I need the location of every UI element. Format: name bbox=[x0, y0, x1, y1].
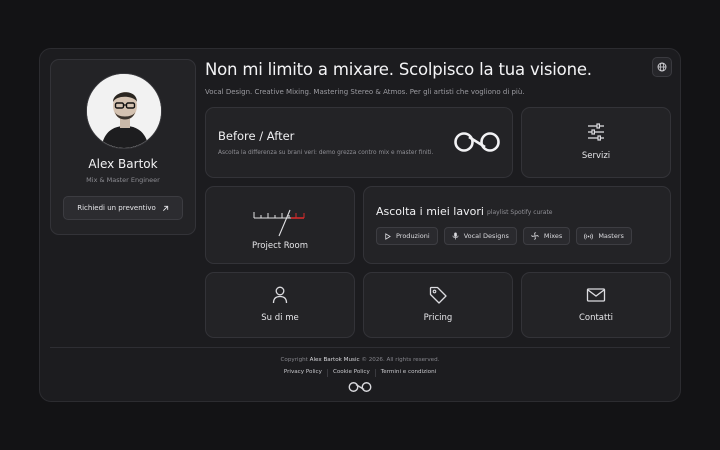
chip-masters[interactable]: Masters bbox=[576, 227, 632, 245]
request-quote-button[interactable]: Richiedi un preventivo bbox=[63, 196, 183, 220]
listen-card: Ascolta i miei lavori playlist Spotify c… bbox=[363, 186, 671, 264]
project-room-label: Project Room bbox=[252, 241, 308, 251]
listen-title: Ascolta i miei lavori bbox=[376, 205, 484, 218]
about-label: Su di me bbox=[261, 313, 299, 323]
about-tile[interactable]: Su di me bbox=[205, 272, 355, 338]
vu-meter-icon bbox=[253, 209, 305, 237]
mail-icon bbox=[586, 288, 606, 302]
sliders-icon bbox=[588, 123, 604, 141]
pricing-label: Pricing bbox=[423, 313, 453, 323]
copyright-prefix: Copyright bbox=[280, 357, 308, 363]
footer-divider bbox=[50, 347, 670, 348]
copyright-text: Copyright Alex Bartok Music © 2026. All … bbox=[40, 357, 680, 363]
contact-label: Contatti bbox=[578, 313, 614, 323]
request-quote-label: Richiedi un preventivo bbox=[77, 204, 156, 212]
project-room-tile[interactable]: Project Room bbox=[205, 186, 355, 264]
infinity-logo-icon bbox=[454, 132, 500, 152]
arrow-up-right-icon bbox=[162, 205, 168, 211]
tag-icon bbox=[429, 286, 447, 304]
copyright-suffix: © 2026. All rights reserved. bbox=[361, 357, 440, 363]
chip-label: Vocal Designs bbox=[463, 232, 509, 240]
avatar bbox=[86, 73, 162, 149]
profile-role: Mix & Master Engineer bbox=[86, 176, 160, 184]
chip-label: Produzioni bbox=[396, 232, 430, 240]
fan-icon bbox=[531, 232, 539, 240]
globe-icon bbox=[657, 62, 667, 72]
profile-card: Alex Bartok Mix & Master Engineer Richie… bbox=[50, 59, 196, 235]
page-subline: Vocal Design. Creative Mixing. Mastering… bbox=[205, 88, 525, 96]
chip-label: Mixes bbox=[543, 232, 563, 240]
before-after-description: Ascolta la differenza su brani veri: dem… bbox=[218, 150, 434, 156]
listen-subtitle: playlist Spotify curate bbox=[487, 209, 553, 216]
user-icon bbox=[272, 286, 288, 304]
chip-mixes[interactable]: Mixes bbox=[522, 227, 571, 245]
services-tile[interactable]: Servizi bbox=[521, 107, 671, 178]
copyright-brand: Alex Bartok Music bbox=[309, 357, 360, 363]
terms-link[interactable]: Termini e condizioni bbox=[376, 369, 441, 377]
chip-vocal-designs[interactable]: Vocal Designs bbox=[443, 227, 517, 245]
contact-tile[interactable]: Contatti bbox=[521, 272, 671, 338]
profile-name: Alex Bartok bbox=[88, 157, 158, 171]
play-icon bbox=[385, 232, 391, 240]
pricing-tile[interactable]: Pricing bbox=[363, 272, 513, 338]
cookie-policy-link[interactable]: Cookie Policy bbox=[328, 369, 375, 377]
main-panel: Alex Bartok Mix & Master Engineer Richie… bbox=[39, 48, 681, 402]
language-button[interactable] bbox=[652, 57, 672, 77]
page-headline: Non mi limito a mixare. Scolpisco la tua… bbox=[205, 60, 592, 79]
privacy-policy-link[interactable]: Privacy Policy bbox=[279, 369, 327, 377]
chip-produzioni[interactable]: Produzioni bbox=[376, 227, 438, 245]
before-after-title: Before / After bbox=[218, 129, 295, 143]
broadcast-icon bbox=[584, 232, 594, 240]
microphone-icon bbox=[452, 232, 459, 240]
legal-links: Privacy Policy Cookie Policy Termini e c… bbox=[40, 369, 680, 377]
before-after-card[interactable]: Before / After Ascolta la differenza su … bbox=[205, 107, 513, 178]
services-label: Servizi bbox=[581, 151, 611, 161]
chip-label: Masters bbox=[598, 232, 624, 240]
footer-logo-icon bbox=[348, 382, 372, 392]
playlist-chips: Produzioni Vocal Designs Mixes Masters bbox=[376, 227, 632, 245]
